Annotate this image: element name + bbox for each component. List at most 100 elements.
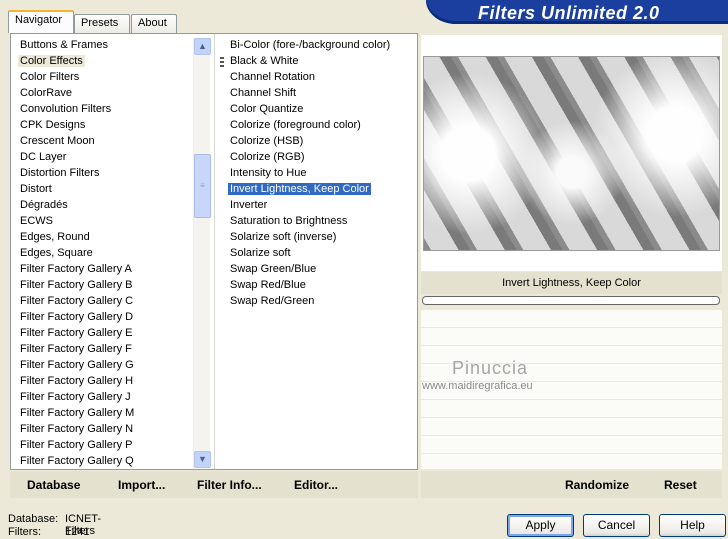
- filter-label: Inverter: [230, 199, 268, 211]
- filter-label: Colorize (RGB): [230, 151, 305, 163]
- category-item[interactable]: Edges, Round: [10, 229, 190, 245]
- chevron-down-icon[interactable]: ▼: [194, 451, 211, 468]
- category-item[interactable]: ECWS: [10, 213, 190, 229]
- filter-item[interactable]: Colorize (foreground color): [228, 117, 408, 133]
- help-button[interactable]: Help: [659, 514, 726, 537]
- apply-button[interactable]: Apply: [507, 514, 574, 537]
- category-item[interactable]: Filter Factory Gallery E: [10, 325, 190, 341]
- filter-item[interactable]: Color Quantize: [228, 101, 408, 117]
- filter-label: Solarize soft: [230, 247, 291, 259]
- category-item[interactable]: Filter Factory Gallery B: [10, 277, 190, 293]
- randomize-button[interactable]: Randomize: [565, 478, 629, 492]
- preview-filter-name: Invert Lightness, Keep Color: [421, 272, 722, 294]
- category-item[interactable]: ColorRave: [10, 85, 190, 101]
- category-label: Filter Factory Gallery E: [20, 327, 133, 339]
- category-label: Edges, Square: [20, 247, 93, 259]
- tab-navigator[interactable]: Navigator: [8, 10, 74, 33]
- filter-item[interactable]: Solarize soft (inverse): [228, 229, 408, 245]
- category-item[interactable]: CPK Designs: [10, 117, 190, 133]
- category-item[interactable]: Distort: [10, 181, 190, 197]
- category-label: Filter Factory Gallery Q: [20, 455, 134, 467]
- category-label: Convolution Filters: [20, 103, 112, 115]
- category-label: Color Effects: [18, 55, 85, 67]
- category-label: Filter Factory Gallery G: [20, 359, 134, 371]
- category-label: CPK Designs: [20, 119, 86, 131]
- category-item[interactable]: Filter Factory Gallery Q: [10, 453, 190, 469]
- import-button[interactable]: Import...: [118, 478, 165, 492]
- category-label: Filter Factory Gallery A: [20, 263, 132, 275]
- category-item[interactable]: Dégradés: [10, 197, 190, 213]
- filter-label: Colorize (HSB): [230, 135, 304, 147]
- filter-label: Bi-Color (fore-/background color): [230, 39, 391, 51]
- filter-item[interactable]: Channel Rotation: [228, 69, 408, 85]
- category-label: Edges, Round: [20, 231, 90, 243]
- category-label: Filter Factory Gallery J: [20, 391, 131, 403]
- preview-image: [423, 56, 720, 251]
- filter-item[interactable]: Saturation to Brightness: [228, 213, 408, 229]
- category-item[interactable]: Color Effects: [10, 53, 190, 69]
- filter-label: Color Quantize: [230, 103, 304, 115]
- status-database-label: Database:: [8, 513, 59, 525]
- filter-item[interactable]: Channel Shift: [228, 85, 408, 101]
- category-item[interactable]: Filter Factory Gallery J: [10, 389, 190, 405]
- filter-item[interactable]: Solarize soft: [228, 245, 408, 261]
- filter-list[interactable]: Bi-Color (fore-/background color) Black &…: [228, 37, 408, 309]
- category-item[interactable]: Filter Factory Gallery A: [10, 261, 190, 277]
- category-label: ECWS: [20, 215, 53, 227]
- category-label: Distort: [20, 183, 52, 195]
- category-label: Filter Factory Gallery B: [20, 279, 133, 291]
- category-item[interactable]: Distortion Filters: [10, 165, 190, 181]
- category-item[interactable]: Filter Factory Gallery M: [10, 405, 190, 421]
- filter-label: Invert Lightness, Keep Color: [228, 183, 371, 195]
- category-item[interactable]: Filter Factory Gallery G: [10, 357, 190, 373]
- filter-item[interactable]: Intensity to Hue: [228, 165, 408, 181]
- category-item[interactable]: Filter Factory Gallery C: [10, 293, 190, 309]
- editor-button[interactable]: Editor...: [294, 478, 338, 492]
- category-scrollbar[interactable]: ▲ ≡ ▼: [193, 38, 211, 468]
- status-filters-label: Filters:: [8, 526, 41, 538]
- filter-item[interactable]: Swap Red/Green: [228, 293, 408, 309]
- category-label: Buttons & Frames: [20, 39, 109, 51]
- filter-item[interactable]: Colorize (RGB): [228, 149, 408, 165]
- tab-about[interactable]: About: [131, 14, 177, 33]
- filter-item[interactable]: Invert Lightness, Keep Color: [228, 181, 408, 197]
- category-item[interactable]: Color Filters: [10, 69, 190, 85]
- tab-presets[interactable]: Presets: [74, 14, 130, 33]
- category-item[interactable]: DC Layer: [10, 149, 190, 165]
- category-item[interactable]: Edges, Square: [10, 245, 190, 261]
- category-item[interactable]: Filter Factory Gallery H: [10, 373, 190, 389]
- filter-info-button[interactable]: Filter Info...: [197, 478, 262, 492]
- reset-button[interactable]: Reset: [664, 478, 697, 492]
- category-item[interactable]: Crescent Moon: [10, 133, 190, 149]
- category-item[interactable]: Filter Factory Gallery P: [10, 437, 190, 453]
- category-item[interactable]: Filter Factory Gallery N: [10, 421, 190, 437]
- category-item[interactable]: Buttons & Frames: [10, 37, 190, 53]
- filter-item[interactable]: Colorize (HSB): [228, 133, 408, 149]
- category-label: Filter Factory Gallery H: [20, 375, 134, 387]
- filter-item[interactable]: Bi-Color (fore-/background color): [228, 37, 408, 53]
- category-list[interactable]: Buttons & Frames Color Effects Color Filte…: [10, 37, 190, 469]
- category-label: Filter Factory Gallery P: [20, 439, 133, 451]
- chevron-up-icon[interactable]: ▲: [194, 38, 211, 55]
- filter-label: Solarize soft (inverse): [230, 231, 337, 243]
- grip-icon: [220, 57, 224, 67]
- category-label: Color Filters: [20, 71, 80, 83]
- filter-label: Colorize (foreground color): [230, 119, 361, 131]
- filter-item[interactable]: Swap Green/Blue: [228, 261, 408, 277]
- filter-item[interactable]: Inverter: [228, 197, 408, 213]
- filter-item[interactable]: Swap Red/Blue: [228, 277, 408, 293]
- category-label: DC Layer: [20, 151, 67, 163]
- category-label: Filter Factory Gallery F: [20, 343, 132, 355]
- progress-bar: [422, 296, 720, 305]
- cancel-button[interactable]: Cancel: [583, 514, 650, 537]
- category-item[interactable]: Filter Factory Gallery D: [10, 309, 190, 325]
- banner-title: Filters Unlimited 2.0: [478, 3, 660, 23]
- scroll-thumb[interactable]: ≡: [194, 154, 211, 218]
- watermark-name: Pinuccia: [452, 358, 529, 378]
- category-item[interactable]: Convolution Filters: [10, 101, 190, 117]
- category-item[interactable]: Filter Factory Gallery F: [10, 341, 190, 357]
- filter-item[interactable]: Black & White: [228, 53, 408, 69]
- database-button[interactable]: Database: [27, 478, 80, 492]
- category-label: ColorRave: [20, 87, 72, 99]
- status-filters-value: 1241: [65, 526, 90, 538]
